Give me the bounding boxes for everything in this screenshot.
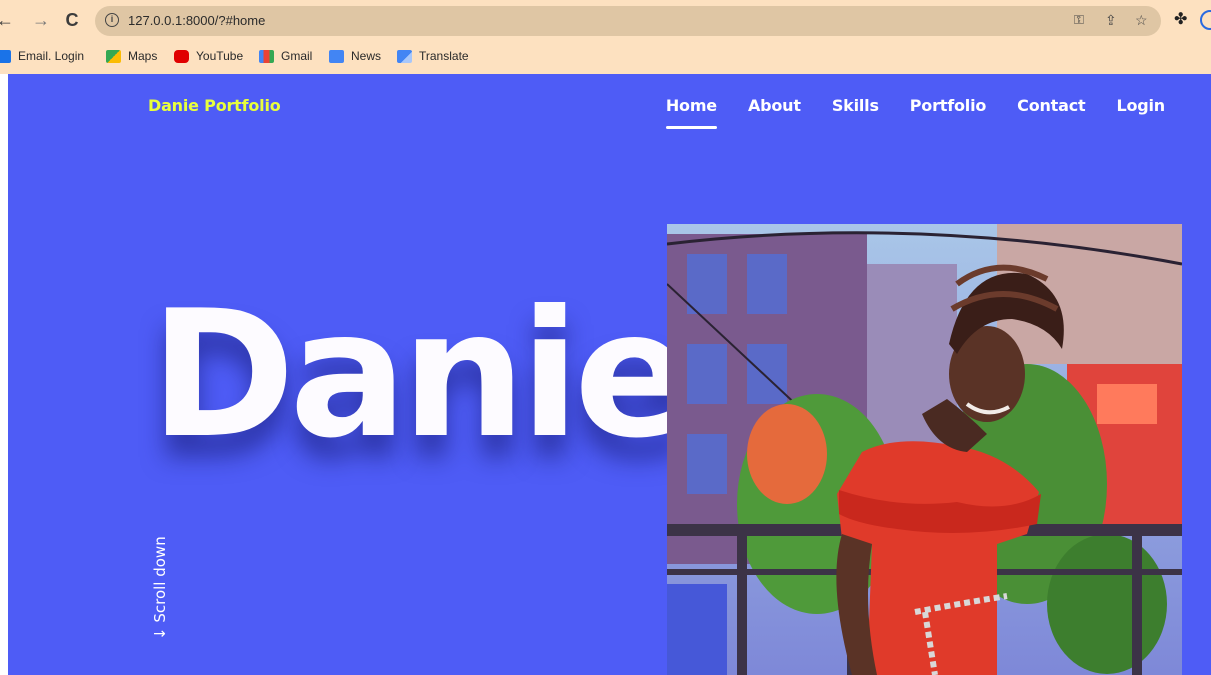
nav-home[interactable]: Home: [665, 96, 717, 129]
bookmark-label: Email. Login: [18, 49, 85, 63]
brand-logo[interactable]: Danie Portfolio: [148, 96, 281, 115]
translate-icon: [397, 49, 412, 63]
bookmark-email-login[interactable]: Email. Login: [0, 47, 84, 65]
nav-contact[interactable]: Contact: [1017, 96, 1086, 115]
nav-about[interactable]: About: [748, 96, 801, 115]
youtube-icon: [174, 49, 189, 63]
bookmark-label: Gmail: [281, 49, 313, 63]
nav-login[interactable]: Login: [1116, 96, 1165, 115]
maps-icon: [106, 49, 121, 63]
browser-toolbar: ← → C i 127.0.0.1:8000/?#home ⚿ ⇪ ☆ ✤: [0, 0, 1211, 40]
scroll-down-link[interactable]: ↓ Scroll down: [151, 536, 169, 640]
back-icon[interactable]: ←: [0, 9, 16, 31]
star-icon[interactable]: ☆: [1135, 12, 1148, 29]
bookmark-label: News: [351, 49, 382, 63]
browser-chrome: ← → C i 127.0.0.1:8000/?#home ⚿ ⇪ ☆ ✤ Em…: [0, 0, 1211, 74]
bookmark-youtube[interactable]: YouTube: [174, 47, 243, 65]
bookmark-gmail[interactable]: Gmail: [259, 47, 312, 65]
email-icon: [0, 49, 11, 63]
bookmark-label: Maps: [128, 49, 158, 63]
profile-icon[interactable]: [1200, 10, 1211, 30]
bookmark-news[interactable]: News: [329, 47, 381, 65]
hero-title: Danie: [150, 274, 693, 477]
share-icon[interactable]: ⇪: [1105, 12, 1117, 29]
key-icon[interactable]: ⚿: [1074, 12, 1084, 28]
bookmark-maps[interactable]: Maps: [106, 47, 157, 65]
nav-portfolio[interactable]: Portfolio: [910, 96, 987, 115]
main-nav: Home About Skills Portfolio Contact Logi…: [665, 96, 1165, 129]
portrait-illustration: [667, 224, 1182, 675]
portfolio-page: Danie Portfolio Home About Skills Portfo…: [8, 74, 1211, 675]
bookmark-label: Translate: [419, 49, 469, 63]
news-icon: [329, 49, 344, 63]
hero-photo: [667, 224, 1182, 675]
extensions-icon[interactable]: ✤: [1174, 9, 1187, 29]
bookmarks-bar: Email. Login Maps YouTube Gmail News Tra…: [0, 42, 1211, 70]
url-text[interactable]: 127.0.0.1:8000/?#home: [128, 13, 265, 28]
address-bar[interactable]: i 127.0.0.1:8000/?#home ⚿ ⇪ ☆: [95, 6, 1161, 36]
forward-icon[interactable]: →: [30, 9, 52, 31]
bookmark-translate[interactable]: Translate: [397, 47, 469, 65]
site-info-icon[interactable]: i: [105, 13, 119, 27]
reload-icon[interactable]: C: [61, 9, 83, 31]
gmail-icon: [259, 49, 274, 63]
nav-skills[interactable]: Skills: [832, 96, 879, 115]
bookmark-label: YouTube: [196, 49, 244, 63]
